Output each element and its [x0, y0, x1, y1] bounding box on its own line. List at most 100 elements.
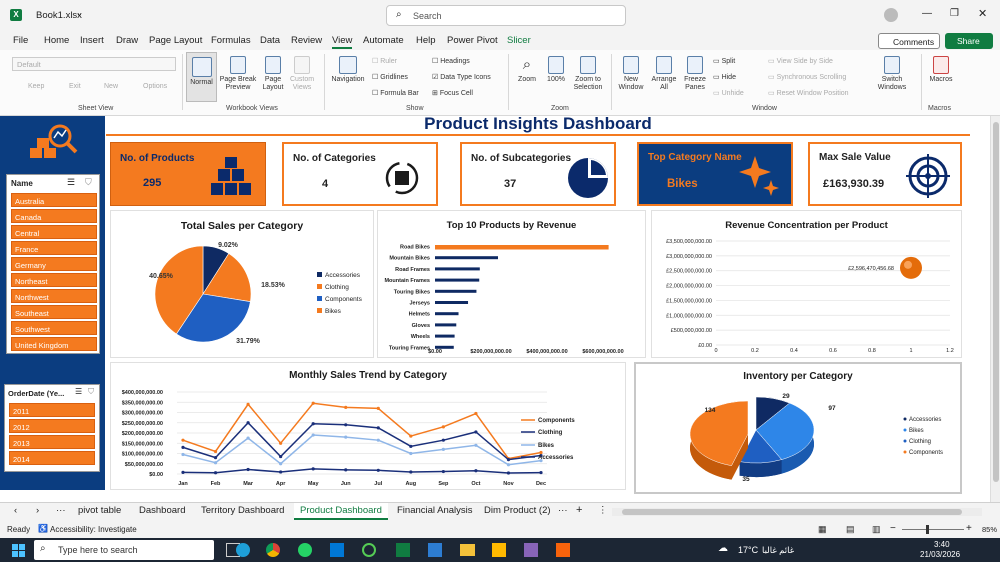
- split-button[interactable]: ▭ Split: [713, 58, 735, 66]
- hide-button[interactable]: ▭ Hide: [713, 74, 736, 82]
- vscode-icon[interactable]: [330, 543, 344, 557]
- unhide-button[interactable]: ▭ Unhide: [713, 90, 744, 98]
- page-break-preview-button[interactable]: Page Break Preview: [218, 56, 258, 92]
- chevron-down-icon[interactable]: ⌄: [76, 9, 83, 18]
- chrome-icon[interactable]: [266, 543, 280, 557]
- data-type-icons-checkbox[interactable]: ☑ Data Type Icons: [432, 74, 491, 82]
- headings-checkbox[interactable]: ☐ Headings: [432, 58, 470, 66]
- menu-file[interactable]: File: [13, 35, 28, 46]
- clear-filter-icon[interactable]: ⛉: [85, 177, 92, 188]
- zoom-slider-thumb[interactable]: [926, 525, 929, 534]
- card-categories[interactable]: No. of Categories 4: [282, 142, 438, 206]
- slicer-item[interactable]: Northeast: [11, 273, 97, 287]
- revenue-concentration-panel[interactable]: Revenue Concentration per Product £0.00 £…: [651, 210, 962, 358]
- horizontal-scrollbar[interactable]: [612, 508, 982, 516]
- navigation-button[interactable]: Navigation: [327, 56, 369, 84]
- edge-icon[interactable]: [236, 543, 250, 557]
- vertical-scroll-thumb[interactable]: [993, 122, 999, 482]
- menu-view[interactable]: View: [332, 35, 353, 49]
- multi-select-icon[interactable]: ☰: [75, 387, 82, 396]
- vertical-scrollbar[interactable]: [990, 116, 1000, 502]
- tab-pivot-table[interactable]: pivot table: [78, 505, 121, 516]
- accessibility-status[interactable]: Accessibility: Investigate: [50, 525, 137, 534]
- tab-next-icon[interactable]: ›: [36, 505, 39, 516]
- name-slicer[interactable]: Name ☰ ⛉ Australia Canada Central France…: [6, 174, 100, 354]
- multi-select-icon[interactable]: ☰: [67, 177, 75, 188]
- slicer-item[interactable]: France: [11, 241, 97, 255]
- inventory-panel[interactable]: Inventory per Category 29 97 35 134 Accessor…: [634, 362, 962, 494]
- zoom-level[interactable]: 85%: [982, 525, 997, 534]
- page-layout-button[interactable]: Page Layout: [259, 56, 287, 92]
- zoom-out-icon[interactable]: −: [890, 523, 896, 534]
- exit-button[interactable]: Exit: [69, 83, 81, 91]
- app-icon[interactable]: [556, 543, 570, 557]
- clock-date[interactable]: 21/03/2026: [920, 550, 960, 559]
- slicer-item[interactable]: Germany: [11, 257, 97, 271]
- slicer-item[interactable]: 2011: [9, 403, 95, 417]
- menu-formulas[interactable]: Formulas: [211, 35, 251, 46]
- new-view-button[interactable]: New: [104, 83, 118, 91]
- normal-view-status-icon[interactable]: ▦: [818, 524, 827, 535]
- zoom-slider[interactable]: [902, 525, 964, 534]
- slicer-item[interactable]: 2014: [9, 451, 95, 465]
- zoom-to-selection-button[interactable]: Zoom to Selection: [569, 56, 607, 92]
- slicer-item[interactable]: Southeast: [11, 305, 97, 319]
- keep-button[interactable]: Keep: [28, 83, 44, 91]
- menu-slicer[interactable]: Slicer: [507, 35, 531, 46]
- tab-product-dashboard[interactable]: Product Dashboard: [294, 503, 388, 520]
- ruler-checkbox[interactable]: ☐ Ruler: [372, 58, 397, 66]
- new-window-button[interactable]: New Window: [614, 56, 648, 92]
- app-icon[interactable]: [492, 543, 506, 557]
- zoom-button[interactable]: ⌕ Zoom: [513, 56, 541, 84]
- weather-temp[interactable]: 17°C: [738, 545, 758, 555]
- monthly-trend-panel[interactable]: Monthly Sales Trend by Category $0.00 $50…: [110, 362, 626, 490]
- slicer-item[interactable]: 2012: [9, 419, 95, 433]
- menu-automate[interactable]: Automate: [363, 35, 404, 46]
- custom-views-button[interactable]: Custom Views: [287, 56, 317, 92]
- tab-dim-product-2[interactable]: Dim Product (2): [484, 505, 551, 516]
- tab-more-icon[interactable]: ···: [558, 505, 568, 516]
- slicer-item[interactable]: 2013: [9, 435, 95, 449]
- menu-help[interactable]: Help: [416, 35, 436, 46]
- options-button[interactable]: Options: [143, 83, 167, 91]
- macros-button[interactable]: Macros: [926, 56, 956, 84]
- sheet-view-dropdown[interactable]: Default: [12, 57, 176, 71]
- weather-icon[interactable]: ☁: [718, 543, 728, 554]
- windows-start-icon[interactable]: [12, 544, 25, 557]
- slicer-item[interactable]: Canada: [11, 209, 97, 223]
- zoom-in-icon[interactable]: +: [966, 523, 972, 534]
- clear-filter-icon[interactable]: ⛉: [88, 387, 94, 397]
- arrange-all-button[interactable]: Arrange All: [648, 56, 680, 92]
- reset-window-position-button[interactable]: ▭ Reset Window Position: [768, 90, 849, 98]
- card-products[interactable]: No. of Products 295: [110, 142, 266, 206]
- switch-windows-button[interactable]: Switch Windows: [872, 56, 912, 92]
- card-top-category[interactable]: Top Category Name Bikes: [637, 142, 793, 206]
- focus-cell-button[interactable]: ⊞ Focus Cell: [432, 90, 473, 98]
- close-icon[interactable]: ✕: [978, 7, 987, 20]
- app-icon[interactable]: [362, 543, 376, 557]
- add-sheet-icon[interactable]: +: [576, 504, 582, 516]
- orderdate-slicer[interactable]: OrderDate (Ye... ☰ ⛉ 2011 2012 2013 2014: [4, 384, 100, 472]
- view-side-by-side-button[interactable]: ▭ View Side by Side: [768, 58, 833, 66]
- page-break-status-icon[interactable]: ▥: [872, 524, 881, 535]
- freeze-panes-button[interactable]: Freeze Panes: [680, 56, 710, 92]
- formula-bar-checkbox[interactable]: ☐ Formula Bar: [372, 90, 419, 98]
- tab-financial-analysis[interactable]: Financial Analysis: [397, 505, 473, 516]
- comments-button[interactable]: Comments: [878, 33, 940, 49]
- excel-taskbar-icon[interactable]: [396, 543, 410, 557]
- clock-time[interactable]: 3:40: [934, 540, 950, 549]
- menu-draw[interactable]: Draw: [116, 35, 138, 46]
- app-icon[interactable]: [428, 543, 442, 557]
- tab-territory-dashboard[interactable]: Territory Dashboard: [201, 505, 284, 516]
- slicer-item[interactable]: Southwest: [11, 321, 97, 335]
- top-products-panel[interactable]: Top 10 Products by Revenue Road Bikes Mou…: [377, 210, 646, 358]
- menu-power-pivot[interactable]: Power Pivot: [447, 35, 498, 46]
- tab-more-icon[interactable]: ···: [56, 505, 66, 516]
- sales-per-category-panel[interactable]: Total Sales per Category 9.02% 18.53% 31.7…: [110, 210, 374, 358]
- share-button[interactable]: Share: [945, 33, 993, 49]
- menu-data[interactable]: Data: [260, 35, 280, 46]
- excel-icon[interactable]: X: [10, 9, 22, 21]
- folder-icon[interactable]: [460, 544, 475, 556]
- search-box[interactable]: ⌕ Search: [386, 5, 626, 26]
- menu-insert[interactable]: Insert: [80, 35, 104, 46]
